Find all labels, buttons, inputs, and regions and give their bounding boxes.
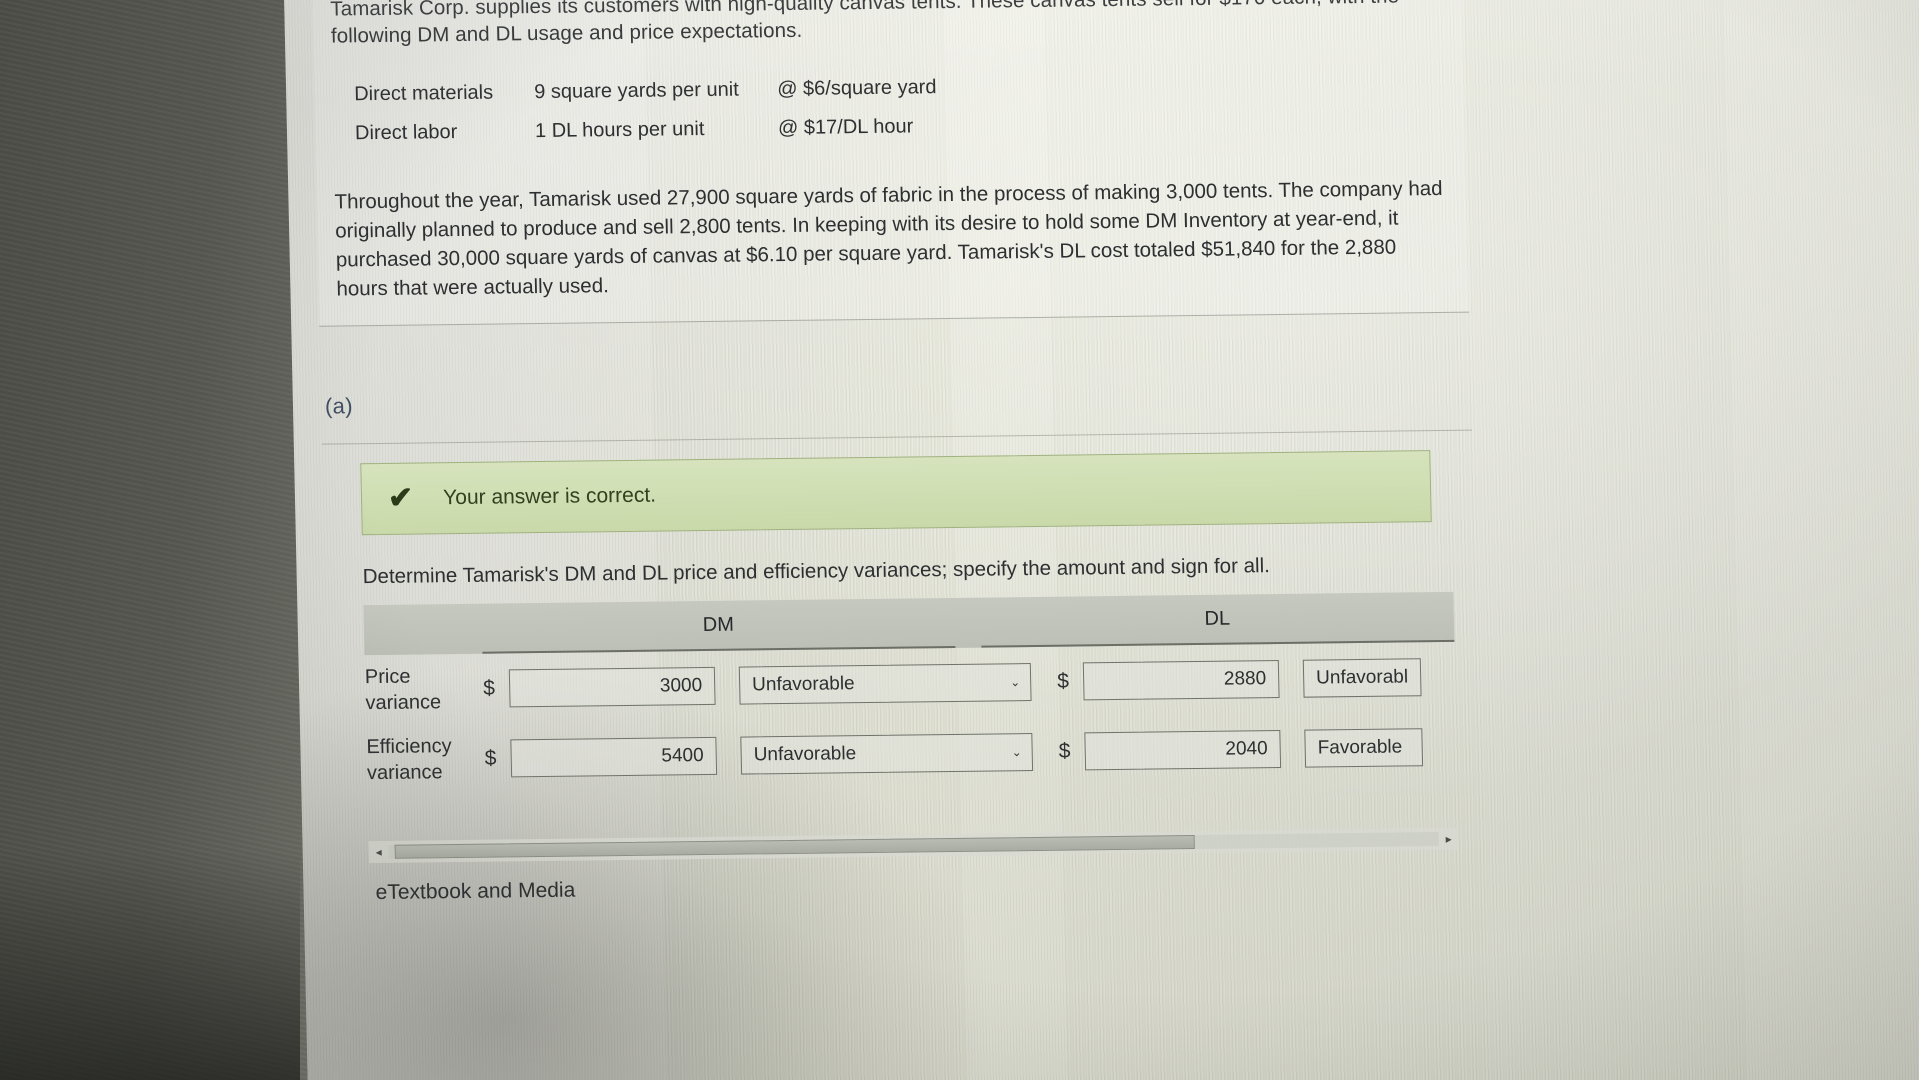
- spec-usage: 1 DL hours per unit: [534, 118, 705, 143]
- column-header-dl: DL: [980, 591, 1455, 648]
- spec-row: Direct labor 1 DL hours per unit @ $17/D…: [355, 109, 1447, 145]
- currency-symbol: $: [484, 746, 497, 770]
- table-row: Efficiency variance $ 5400 Unfavorable ⌄: [366, 712, 1457, 795]
- question-paragraph: Throughout the year, Tamarisk used 27,90…: [334, 176, 1443, 301]
- row-gap: [1032, 717, 1060, 787]
- scroll-right-arrow-icon[interactable]: ▸: [1439, 832, 1459, 846]
- dm-price-variance-group: $ 3000 Unfavorable ⌄: [483, 663, 1032, 708]
- dm-price-variance-select[interactable]: Unfavorable ⌄: [738, 663, 1032, 705]
- photo-backdrop: Tamarisk Corp. supplies its customers wi…: [0, 0, 1919, 1080]
- scrollbar-track[interactable]: [388, 832, 1439, 859]
- header-spacer: [363, 604, 482, 655]
- dl-efficiency-variance-selected-value: Favorable: [1317, 736, 1403, 759]
- spec-table: Direct materials 9 square yards per unit…: [354, 70, 1447, 145]
- desk-bottom-shadow: [0, 850, 300, 1080]
- dm-price-variance-input[interactable]: 3000: [508, 666, 716, 708]
- spec-usage: 9 square yards per unit: [533, 78, 739, 104]
- currency-symbol: $: [482, 676, 496, 700]
- monitor-screen: Tamarisk Corp. supplies its customers wi…: [283, 0, 1919, 1080]
- spec-price: @ $17/DL hour: [777, 115, 914, 140]
- variance-table: DM DL Price variance $ 3000 Unfavorable …: [363, 591, 1457, 795]
- dl-price-variance-input[interactable]: 2880: [1082, 659, 1280, 701]
- row-label-efficiency-variance: Efficiency variance: [366, 733, 485, 786]
- question-card: Tamarisk Corp. supplies its customers wi…: [311, 0, 1470, 327]
- row-label-line2: variance: [365, 691, 442, 715]
- answer-correct-banner: ✔ Your answer is correct.: [360, 450, 1432, 536]
- dl-efficiency-variance-select[interactable]: Favorable ⌄: [1304, 728, 1424, 768]
- row-gap: [1030, 647, 1058, 717]
- dm-efficiency-variance-select[interactable]: Unfavorable ⌄: [740, 733, 1034, 775]
- scroll-left-arrow-icon[interactable]: ◂: [369, 845, 389, 859]
- section-divider: [321, 429, 1472, 445]
- currency-symbol: $: [1056, 669, 1070, 693]
- column-header-dm: DM: [481, 597, 956, 654]
- dm-price-variance-selected-value: Unfavorable: [751, 673, 855, 696]
- etextbook-and-media-link[interactable]: eTextbook and Media: [375, 879, 575, 905]
- dm-efficiency-variance-group: $ 5400 Unfavorable ⌄: [484, 733, 1034, 778]
- dm-efficiency-variance-input[interactable]: 5400: [510, 736, 718, 778]
- table-row: Price variance $ 3000 Unfavorable ⌄ $ 28…: [364, 642, 1455, 725]
- dl-price-variance-select[interactable]: Unfavorabl ⌄: [1302, 658, 1422, 698]
- horizontal-scrollbar[interactable]: ◂ ▸: [368, 827, 1459, 864]
- dl-price-variance-selected-value: Unfavorabl: [1315, 666, 1409, 689]
- dl-efficiency-variance-group: $ 2040 Favorable ⌄: [1058, 728, 1457, 771]
- question-intro: Tamarisk Corp. supplies its customers wi…: [330, 0, 1400, 48]
- spec-item: Direct materials: [353, 81, 494, 106]
- chevron-down-icon: ⌄: [1011, 745, 1022, 760]
- scrollbar-thumb[interactable]: [394, 835, 1195, 859]
- row-label-line1: Efficiency: [366, 735, 452, 759]
- row-label-price-variance: Price variance: [365, 663, 484, 716]
- spec-row: Direct materials 9 square yards per unit…: [354, 70, 1446, 106]
- currency-symbol: $: [1058, 739, 1071, 763]
- spec-item: Direct labor: [354, 121, 458, 145]
- dl-price-variance-group: $ 2880 Unfavorabl ⌄: [1057, 658, 1456, 701]
- chevron-down-icon: ⌄: [1009, 675, 1021, 690]
- instruction-text: Determine Tamarisk's DM and DL price and…: [362, 554, 1271, 589]
- banner-text: Your answer is correct.: [442, 483, 657, 510]
- homework-page: Tamarisk Corp. supplies its customers wi…: [284, 0, 1919, 1080]
- row-label-line2: variance: [366, 761, 443, 785]
- dm-efficiency-variance-selected-value: Unfavorable: [753, 743, 857, 766]
- check-icon: ✔: [387, 481, 414, 515]
- dl-efficiency-variance-input[interactable]: 2040: [1084, 729, 1282, 771]
- row-label-line1: Price: [364, 665, 411, 689]
- header-gap: [954, 598, 981, 648]
- part-label: (a): [324, 393, 354, 419]
- spec-price: @ $6/square yard: [776, 76, 937, 101]
